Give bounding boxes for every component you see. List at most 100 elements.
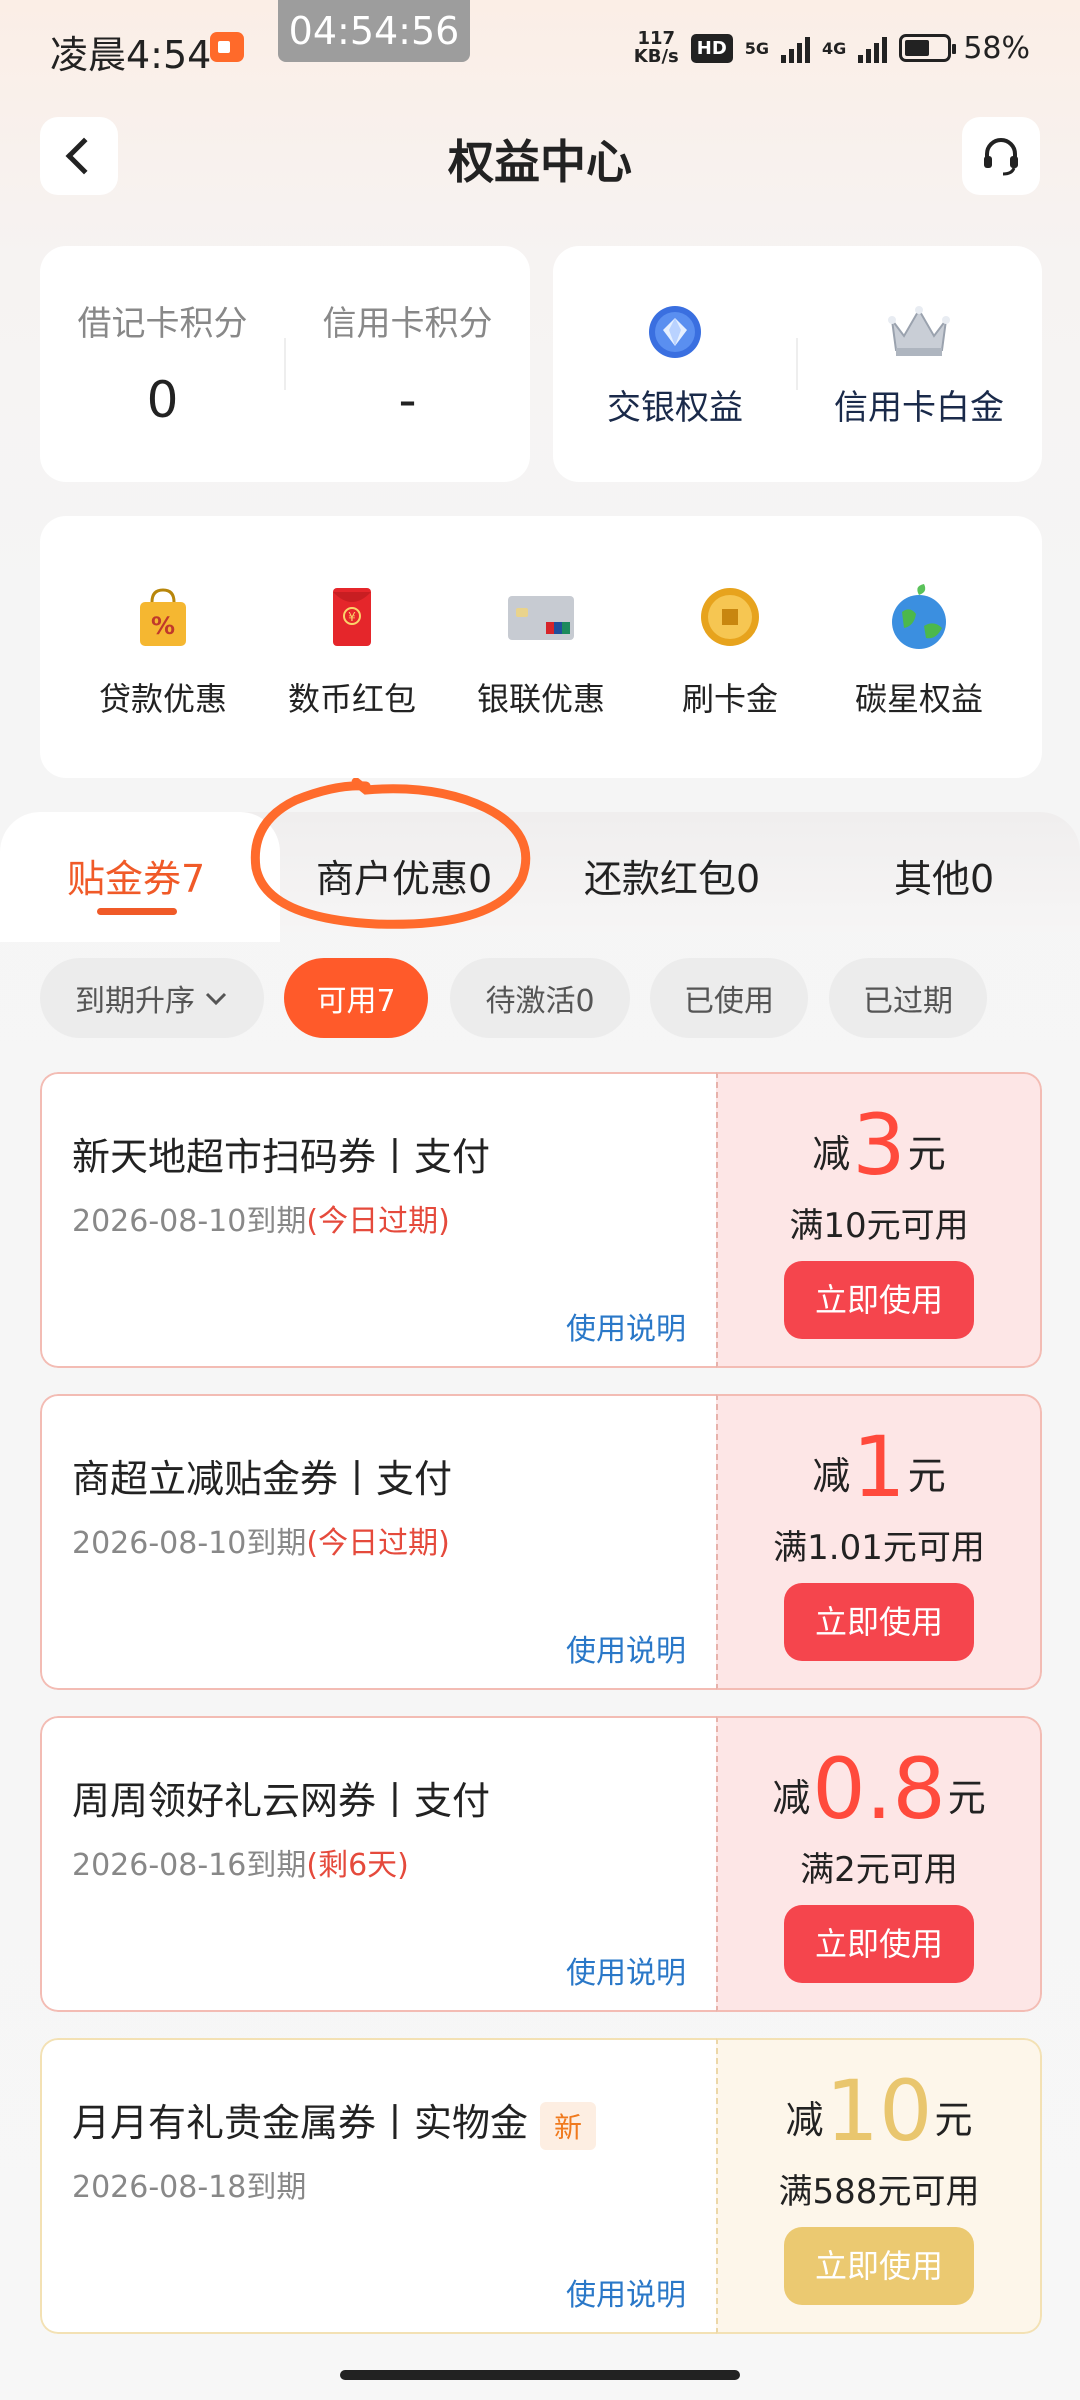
coupon-condition: 满10元可用 [789, 1206, 969, 1246]
use-now-button[interactable]: 立即使用 [784, 2227, 974, 2305]
coupon-expiry-date: 2026-08-10到期 [72, 1526, 307, 1561]
coupon-value-panel: 减 0.8 元 满2元可用 立即使用 [716, 1716, 1042, 2012]
signal-bars-icon [781, 33, 811, 63]
filter-expired[interactable]: 已过期 [829, 958, 987, 1038]
debit-points-value: 0 [146, 371, 179, 429]
tab-repayment-red-packet[interactable]: 还款红包0 [584, 848, 760, 903]
tab-gold-coupon[interactable]: 贴金券7 [67, 848, 205, 903]
shortcut-label: 贷款优惠 [98, 680, 227, 718]
coupon-title-text: 月月有礼贵金属券丨实物金 [72, 2101, 529, 2145]
sort-dropdown[interactable]: 到期升序 [40, 958, 264, 1038]
filter-used[interactable]: 已使用 [650, 958, 808, 1038]
coupon-amount-value: 0.8 [812, 1740, 946, 1838]
platinum-rights[interactable]: 信用卡白金 [797, 302, 1041, 429]
credit-points-value: - [398, 371, 417, 429]
coupon-value-panel: 减 10 元 满588元可用 立即使用 [716, 2038, 1042, 2334]
diamond-badge-icon [649, 306, 701, 358]
usage-instructions-link[interactable]: 使用说明 [566, 1626, 686, 1670]
coupon-title: 月月有礼贵金属券丨实物金新 [72, 2092, 597, 2150]
shortcut-grid: % 贷款优惠 ¥ 数币红包 银联优惠 刷卡金 碳星权益 [40, 516, 1042, 778]
use-now-button[interactable]: 立即使用 [784, 1261, 974, 1339]
battery-icon [899, 34, 957, 62]
status-indicators: 117 KB/s HD 5G 4G 58% [634, 30, 1030, 66]
debit-points-label: 借记卡积分 [77, 304, 248, 344]
gold-coin-icon [695, 582, 765, 652]
tab-indicator [97, 908, 177, 915]
coupon-amount-prefix: 减 [812, 1132, 851, 1176]
screen-record-icon [210, 32, 244, 62]
hd-icon: HD [690, 33, 733, 63]
filter-available[interactable]: 可用7 [284, 958, 428, 1038]
use-now-button[interactable]: 立即使用 [784, 1583, 974, 1661]
new-badge: 新 [540, 2101, 597, 2150]
coupon-amount-unit: 元 [934, 2098, 973, 2142]
tab-other[interactable]: 其他0 [894, 848, 994, 903]
coupon-title: 新天地超市扫码券丨支付 [72, 1135, 491, 1179]
coupon-card: 商超立减贴金券丨支付 2026-08-10到期(今日过期) 使用说明 减1元 满… [40, 1394, 1042, 1690]
coupon-amount-unit: 元 [907, 1454, 946, 1498]
shortcut-card-cash[interactable]: 刷卡金 [630, 582, 830, 720]
usage-instructions-link[interactable]: 使用说明 [566, 1304, 686, 1348]
shortcut-label: 碳星权益 [854, 680, 983, 718]
page-title: 权益中心 [448, 135, 632, 189]
coupon-condition: 满1.01元可用 [773, 1528, 985, 1568]
rights-card: 交银权益 信用卡白金 [553, 246, 1042, 482]
shortcut-carbon-star[interactable]: 碳星权益 [819, 582, 1019, 720]
coupon-expiry: 2026-08-10到期(今日过期) [72, 1196, 450, 1240]
coupon-amount-unit: 元 [907, 1132, 946, 1176]
signal-5g-label: 5G [744, 38, 770, 58]
coupon-expiry-date: 2026-08-10到期 [72, 1204, 307, 1239]
network-speed: 117 KB/s [634, 30, 679, 66]
coupon-amount-prefix: 减 [785, 2098, 824, 2142]
coupon-amount-prefix: 减 [772, 1776, 811, 1820]
coupon-expiry: 2026-08-16到期(剩6天) [72, 1840, 409, 1884]
home-indicator[interactable] [340, 2370, 740, 2380]
unionpay-card-icon [506, 582, 576, 652]
coupon-condition: 满588元可用 [778, 2172, 980, 2212]
coupon-amount-prefix: 减 [812, 1454, 851, 1498]
bocom-rights-label: 交银权益 [607, 388, 743, 428]
coupon-expiry-note: (剩6天) [306, 1848, 409, 1883]
coupon-title: 商超立减贴金券丨支付 [72, 1457, 453, 1501]
coupon-value-panel: 减3元 满10元可用 立即使用 [716, 1072, 1042, 1368]
svg-text:%: % [151, 612, 175, 640]
usage-instructions-link[interactable]: 使用说明 [566, 1948, 686, 1992]
shortcut-ecny-red-packet[interactable]: ¥ 数币红包 [252, 582, 452, 720]
shortcut-label: 刷卡金 [681, 680, 778, 718]
filter-pending-activation[interactable]: 待激活0 [450, 958, 630, 1038]
credit-points[interactable]: 信用卡积分 - [285, 296, 530, 429]
network-speed-unit: KB/s [633, 46, 679, 67]
coupon-expiry-note: (今日过期) [306, 1204, 450, 1239]
coupon-card: 新天地超市扫码券丨支付 2026-08-10到期(今日过期) 使用说明 减3元 … [40, 1072, 1042, 1368]
sort-label: 到期升序 [75, 984, 195, 1019]
customer-service-button[interactable] [962, 117, 1040, 195]
clock-overlay: 04:54:56 [278, 0, 470, 62]
coupon-info: 月月有礼贵金属券丨实物金新 2026-08-18到期 使用说明 [40, 2038, 716, 2334]
platinum-rights-label: 信用卡白金 [834, 388, 1004, 428]
coupon-card: 月月有礼贵金属券丨实物金新 2026-08-18到期 使用说明 减 10 元 满58… [40, 2038, 1042, 2334]
shortcut-loan-discount[interactable]: % 贷款优惠 [63, 582, 263, 720]
chevron-down-icon [205, 992, 227, 1006]
bag-percent-icon: % [128, 582, 198, 652]
use-now-button[interactable]: 立即使用 [784, 1905, 974, 1983]
coupon-info: 商超立减贴金券丨支付 2026-08-10到期(今日过期) 使用说明 [40, 1394, 716, 1690]
coupon-expiry-date: 2026-08-18到期 [72, 2170, 307, 2205]
bocom-rights[interactable]: 交银权益 [553, 302, 797, 429]
coupon-info: 周周领好礼云网券丨支付 2026-08-16到期(剩6天) 使用说明 [40, 1716, 716, 2012]
signal-4g-label: 4G [822, 38, 847, 58]
headset-icon [984, 138, 1018, 176]
coupon-title: 周周领好礼云网券丨支付 [72, 1779, 491, 1823]
coupon-amount: 减 10 元 [718, 2068, 1040, 2154]
debit-points[interactable]: 借记卡积分 0 [40, 296, 285, 429]
coupon-expiry-date: 2026-08-16到期 [72, 1848, 307, 1883]
shortcut-unionpay-discount[interactable]: 银联优惠 [441, 582, 641, 720]
coupon-condition: 满2元可用 [800, 1850, 958, 1890]
shortcut-label: 数币红包 [287, 680, 416, 718]
coupon-amount-value: 10 [825, 2062, 933, 2160]
usage-instructions-link[interactable]: 使用说明 [566, 2270, 686, 2314]
shortcut-label: 银联优惠 [476, 680, 605, 718]
globe-icon [884, 582, 954, 652]
coupon-amount-value: 3 [852, 1096, 906, 1194]
status-bar: 凌晨4:54 04:54:56 117 KB/s HD 5G 4G 58% [0, 0, 1080, 100]
coupon-card: 周周领好礼云网券丨支付 2026-08-16到期(剩6天) 使用说明 减 0.8 元… [40, 1716, 1042, 2012]
